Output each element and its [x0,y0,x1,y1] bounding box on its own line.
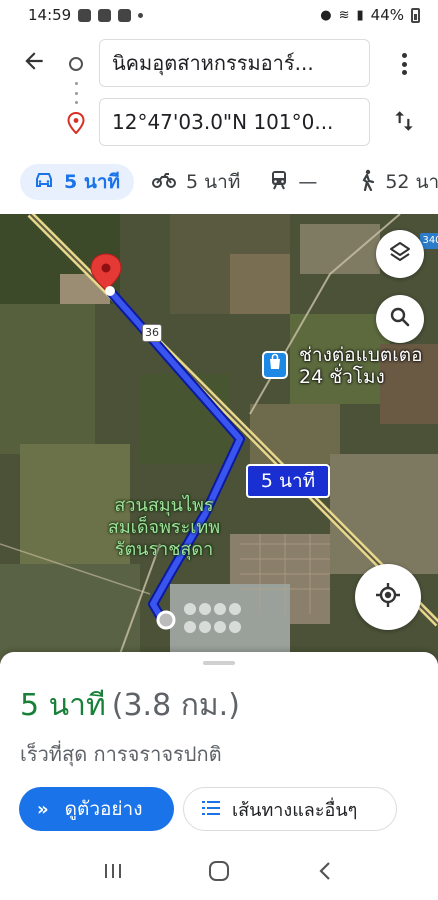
wifi-icon: ≋ [338,7,350,23]
tab-transit[interactable]: — [270,164,317,200]
origin-circle-icon [69,57,83,71]
recent-apps-icon[interactable] [93,851,133,891]
layers-button[interactable] [376,230,424,278]
back-arrow-icon[interactable] [18,48,50,80]
route-distance: (3.8 กม.) [111,688,240,723]
walk-icon [359,169,375,196]
battery-percent: 44% [370,6,404,24]
maps-directions-screen: 14:59 ● ≋ ▮ 44% นิคมอุตสาหกรรมอาร์... 12… [0,0,438,900]
steps-and-more-button[interactable]: เส้นทางและอื่นๆ [183,787,397,831]
tab-car-label: 5 นาที [64,171,121,193]
road-shield-36: 36 [142,324,162,342]
park-label[interactable]: สวนสมุนไพร สมเด็จพระเทพ รัตนราชสุดา [98,495,230,561]
motorcycle-icon [152,172,177,193]
preview-button[interactable]: » ดูตัวอย่าง [19,787,174,831]
directions-header: นิคมอุตสาหกรรมอาร์... 12°47'03.0"N 101°0… [0,30,438,214]
sheet-drag-handle[interactable] [203,661,235,665]
shop-icon[interactable] [262,351,288,379]
battery-icon [411,7,420,23]
tab-motorcycle-label: 5 นาที [186,171,241,193]
route-summary: 5 นาที (3.8 กม.) [20,682,240,729]
destination-field[interactable]: 12°47'03.0"N 101°0... [99,98,370,146]
preview-button-label: ดูตัวอย่าง [64,798,143,820]
back-nav-icon[interactable] [305,851,345,891]
status-bar: 14:59 ● ≋ ▮ 44% [0,0,438,30]
my-location-button[interactable] [355,564,421,630]
list-icon [202,799,220,820]
search-icon [388,305,412,333]
steps-button-label: เส้นทางและอื่นๆ [232,799,358,821]
search-along-route-button[interactable] [376,295,424,343]
system-navigation-bar [0,842,438,900]
clock: 14:59 [28,6,72,24]
more-vert-icon[interactable] [392,50,416,78]
train-icon [270,170,288,195]
line-notification-icon [118,8,132,22]
location-icon: ● [320,7,332,23]
swap-vertical-icon[interactable] [388,108,420,140]
signal-icon: ▮ [356,7,364,23]
more-notifications-dot [138,12,144,18]
travel-mode-tabs: 5 นาที 5 นาที — 52 นาที [0,160,438,204]
tab-walk[interactable]: 52 นาที [359,164,438,200]
route-traffic-note: เร็วที่สุด การจราจรปกติ [20,742,222,766]
line-notification-icon [78,8,92,22]
route-duration: 5 นาที [20,688,106,723]
satellite-map[interactable]: 36 340 ช่างต่อแบตเตอ 24 ชั่วโมง สวนสมุนไ… [0,214,438,664]
tab-motorcycle[interactable]: 5 นาที [152,164,240,200]
route-time-label[interactable]: 5 นาที [246,464,330,498]
layers-icon [388,240,412,268]
destination-pin-icon [67,111,85,135]
tab-walk-label: 52 นาที [385,171,438,193]
route-connector-dots [75,82,78,104]
poi-label[interactable]: ช่างต่อแบตเตอ 24 ชั่วโมง [299,344,422,388]
chevron-double-right-icon: » [37,798,49,820]
gallery-notification-icon [98,8,112,22]
route-summary-sheet[interactable]: 5 นาที (3.8 กม.) เร็วที่สุด การจราจรปกติ … [0,652,438,842]
car-icon [34,171,54,194]
home-icon[interactable] [199,851,239,891]
my-location-icon [374,581,402,613]
tab-car[interactable]: 5 นาที [20,164,135,200]
origin-field[interactable]: นิคมอุตสาหกรรมอาร์... [99,39,370,87]
tab-transit-label: — [298,171,318,193]
